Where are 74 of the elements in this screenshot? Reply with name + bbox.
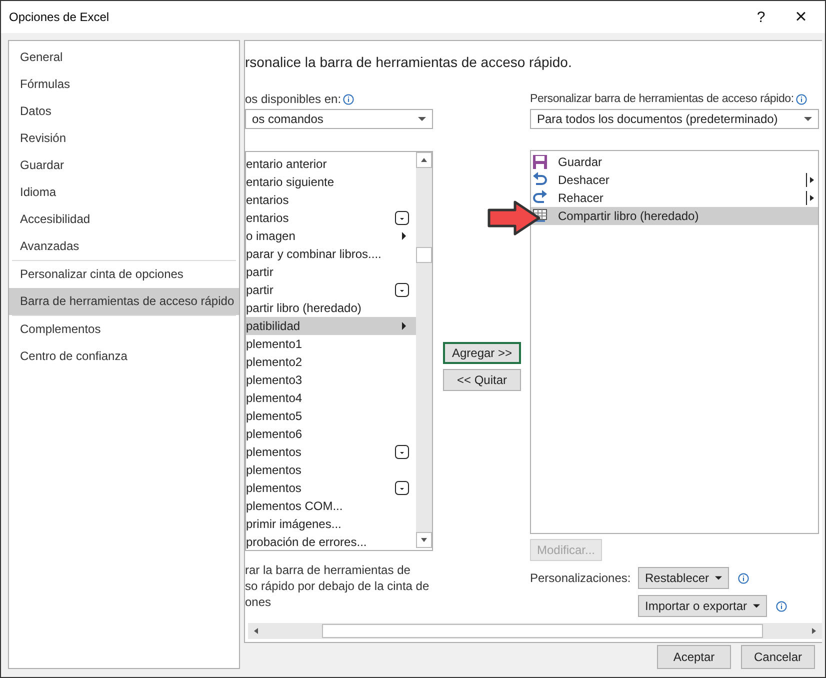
- customizations-label: Personalizaciones:: [530, 571, 632, 585]
- sidebar-item[interactable]: General: [9, 44, 239, 71]
- checkbox-label[interactable]: rar la barra de herramientas de so rápido por debajo de la cinta de ones: [245, 562, 445, 610]
- command-item[interactable]: plemento2: [246, 353, 416, 371]
- command-item[interactable]: partir libro (heredado): [246, 299, 416, 317]
- toolbar-item[interactable]: Guardar: [531, 153, 818, 171]
- toolbar-item[interactable]: Rehacer: [531, 189, 818, 207]
- command-item[interactable]: plemento5: [246, 407, 416, 425]
- caret-icon: [418, 117, 426, 121]
- command-item[interactable]: primir imágenes...: [246, 515, 416, 533]
- import-export-button[interactable]: Importar o exportar: [638, 595, 768, 617]
- command-item[interactable]: o imagen: [246, 227, 416, 245]
- toolbar-item[interactable]: Compartir libro (heredado): [531, 207, 818, 225]
- add-button[interactable]: Agregar >>: [443, 342, 521, 364]
- command-item[interactable]: plementos: [246, 443, 416, 461]
- command-item[interactable]: partir: [246, 263, 416, 281]
- sidebar-item[interactable]: Centro de confianza: [9, 343, 239, 370]
- command-item[interactable]: plemento1: [246, 335, 416, 353]
- info-icon[interactable]: [796, 94, 807, 104]
- sidebar-item[interactable]: Guardar: [9, 152, 239, 179]
- command-item[interactable]: plementos: [246, 479, 416, 497]
- caret-icon: [753, 604, 760, 608]
- sidebar-item[interactable]: Barra de herramientas de acceso rápido: [9, 288, 239, 315]
- field-label: os disponibles en:: [245, 92, 342, 106]
- reset-button[interactable]: Restablecer: [638, 567, 730, 589]
- remove-button[interactable]: << Quitar: [443, 369, 521, 391]
- command-item[interactable]: plemento3: [246, 371, 416, 389]
- sidebar-item[interactable]: Avanzadas: [9, 233, 239, 260]
- sidebar-item[interactable]: Complementos: [9, 316, 239, 343]
- command-item[interactable]: entario anterior: [246, 155, 416, 173]
- info-icon[interactable]: [343, 94, 354, 104]
- command-item[interactable]: parar y combinar libros....: [246, 245, 416, 263]
- caret-icon: [804, 117, 812, 121]
- sidebar-item[interactable]: Accesibilidad: [9, 206, 239, 233]
- dialog-button[interactable]: Aceptar: [657, 645, 731, 670]
- sidebar-item[interactable]: Idioma: [9, 179, 239, 206]
- dropdown-gallery-icon: [395, 445, 409, 459]
- info-icon[interactable]: [738, 572, 750, 584]
- pointer-arrow-icon: [486, 199, 542, 237]
- save-icon: [532, 154, 548, 170]
- help-button[interactable]: ?: [741, 8, 781, 26]
- commands-dropdown[interactable]: os comandos: [245, 109, 433, 129]
- window-title: Opciones de Excel: [9, 10, 110, 24]
- scope-dropdown[interactable]: Para todos los documentos (predeterminado): [530, 109, 819, 129]
- command-item[interactable]: entario siguiente: [246, 173, 416, 191]
- toolbar-item[interactable]: Deshacer: [531, 171, 818, 189]
- command-item[interactable]: patibilidad: [246, 317, 416, 335]
- command-item[interactable]: plemento4: [246, 389, 416, 407]
- info-icon[interactable]: [776, 600, 788, 612]
- command-item[interactable]: entarios: [246, 191, 416, 209]
- command-item[interactable]: probación de errores...: [246, 533, 416, 551]
- dropdown-gallery-icon: [395, 481, 409, 495]
- submenu-arrow-icon: [402, 232, 406, 240]
- dropdown-gallery-icon: [395, 211, 409, 225]
- command-item[interactable]: plemento6: [246, 425, 416, 443]
- command-item[interactable]: plementos COM...: [246, 497, 416, 515]
- close-button[interactable]: ×: [781, 6, 821, 28]
- section-heading: rsonalice la barra de herramientas de acceso rápido.: [245, 54, 573, 72]
- command-item[interactable]: entarios: [246, 209, 416, 227]
- redo-icon: [532, 190, 548, 206]
- undo-icon: [532, 172, 548, 188]
- dialog-button[interactable]: Cancelar: [741, 645, 815, 670]
- vertical-scrollbar[interactable]: [416, 152, 432, 548]
- sidebar-item[interactable]: Revisión: [9, 125, 239, 152]
- sidebar-item[interactable]: Datos: [9, 98, 239, 125]
- command-item[interactable]: plementos: [246, 461, 416, 479]
- submenu-arrow-icon: [402, 322, 406, 330]
- sidebar-item[interactable]: Fórmulas: [9, 71, 239, 98]
- caret-icon: [715, 576, 722, 580]
- field-label: Personalizar barra de herramientas de acceso rápido:: [530, 93, 794, 105]
- command-item[interactable]: partir: [246, 281, 416, 299]
- dropdown-gallery-icon: [395, 283, 409, 297]
- sidebar-item[interactable]: Personalizar cinta de opciones: [9, 261, 239, 288]
- horizontal-scrollbar[interactable]: [248, 623, 822, 640]
